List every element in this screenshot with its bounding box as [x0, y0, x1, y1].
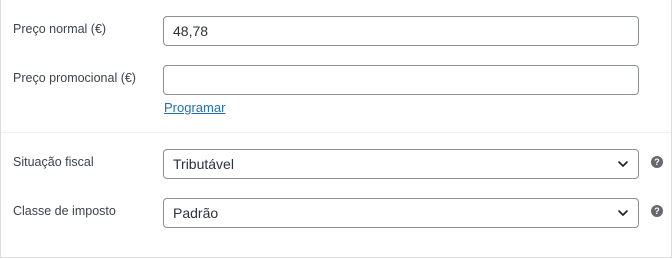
tax-class-value: Padrão — [173, 205, 219, 221]
regular-price-label: Preço normal (€) — [13, 22, 107, 36]
tax-status-select[interactable]: Tributável — [163, 149, 639, 179]
tax-class-help-icon[interactable]: ? — [651, 205, 663, 217]
tax-status-help-icon[interactable]: ? — [651, 156, 663, 168]
product-data-panel: Preço normal (€) Preço promocional (€) P… — [0, 0, 672, 258]
tax-status-label: Situação fiscal — [13, 155, 94, 169]
chevron-down-icon — [618, 161, 628, 167]
sale-price-input[interactable] — [163, 65, 639, 95]
tax-class-select[interactable]: Padrão — [163, 198, 639, 228]
pricing-section: Preço normal (€) Preço promocional (€) P… — [1, 0, 671, 133]
tax-class-label: Classe de imposto — [13, 204, 116, 218]
tax-section: Situação fiscal Tributável ? Classe de i… — [1, 133, 671, 257]
tax-status-value: Tributável — [173, 156, 234, 172]
schedule-link[interactable]: Programar — [164, 100, 225, 115]
regular-price-input[interactable] — [163, 16, 639, 46]
chevron-down-icon — [618, 210, 628, 216]
sale-price-label: Preço promocional (€) — [13, 71, 136, 85]
